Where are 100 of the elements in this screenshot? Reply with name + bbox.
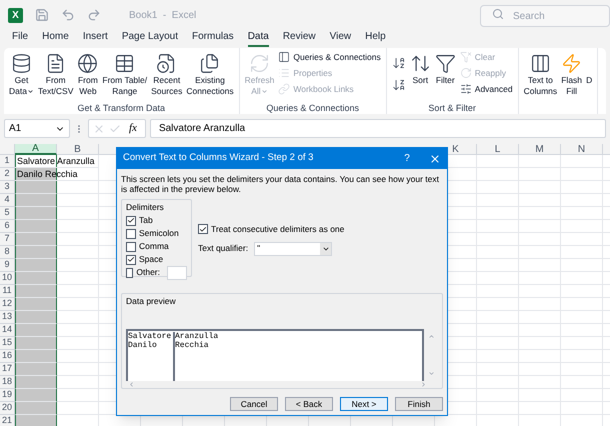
sheet-cell[interactable] (15, 350, 57, 363)
checkbox[interactable] (126, 228, 136, 239)
ribbon-button[interactable]: Recent Sources (149, 48, 184, 102)
ribbon-button[interactable]: Sort (408, 48, 433, 102)
dialog-button[interactable]: Finish (395, 397, 443, 411)
sheet-cell[interactable] (15, 272, 57, 285)
sheet-cell[interactable] (15, 285, 57, 298)
sheet-cell[interactable]: Salvatore Aranzulla (15, 155, 99, 168)
dialog-button[interactable]: < Back (285, 397, 333, 411)
row-header[interactable]: 16 (0, 350, 15, 363)
row-header[interactable]: 2 (0, 168, 15, 181)
checkbox[interactable] (126, 242, 136, 252)
row-header[interactable]: 5 (0, 207, 15, 220)
ribbon-button[interactable]: Existing Connections (184, 48, 236, 102)
sheet-cell[interactable] (15, 311, 57, 324)
row-header[interactable]: 10 (0, 272, 15, 285)
row-header[interactable]: 15 (0, 337, 15, 350)
sheet-cell[interactable] (15, 181, 57, 194)
ribbon-tab[interactable]: Home (42, 29, 69, 47)
row-header[interactable]: 6 (0, 220, 15, 233)
scroll-up-icon[interactable] (428, 332, 435, 340)
ribbon-tab[interactable]: File (12, 29, 28, 47)
ribbon-button[interactable]: Filter (432, 48, 458, 102)
row-header[interactable]: 9 (0, 259, 15, 272)
qualifier-label: Text qualifier: (198, 242, 248, 256)
checkbox[interactable] (126, 254, 136, 265)
sheet-cell[interactable] (15, 207, 57, 220)
row-header[interactable]: 1 (0, 155, 15, 168)
sheet-cell[interactable] (15, 298, 57, 311)
scroll-down-icon[interactable] (428, 370, 435, 377)
sheet-cell[interactable] (15, 389, 57, 402)
close-icon[interactable] (429, 152, 441, 164)
row-header[interactable]: 3 (0, 181, 15, 194)
other-field[interactable] (167, 266, 187, 280)
sort-descending-button[interactable] (392, 78, 406, 92)
column-header[interactable]: L (477, 144, 519, 155)
row-header[interactable]: 12 (0, 298, 15, 311)
row-header[interactable]: 17 (0, 363, 15, 376)
ribbon-button[interactable]: Flash Fill (559, 48, 584, 102)
ribbon-button[interactable]: Advanced (460, 82, 513, 96)
column-header[interactable]: A (15, 144, 57, 155)
scroll-left-icon[interactable] (128, 381, 135, 388)
column-header[interactable]: B (57, 144, 99, 155)
dialog-button[interactable]: Next > (340, 397, 388, 411)
row-header[interactable]: 14 (0, 324, 15, 337)
qualifier-dropdown[interactable]: " (254, 242, 332, 256)
save-icon[interactable] (35, 8, 49, 22)
checkbox[interactable] (198, 224, 208, 234)
scroll-right-icon[interactable] (420, 381, 427, 388)
search-field[interactable]: Search (480, 5, 610, 28)
sheet-cell[interactable] (15, 233, 57, 246)
ribbon-tab[interactable]: Formulas (192, 29, 234, 47)
ribbon-button[interactable]: From Text/CSV (36, 48, 76, 102)
row-header[interactable]: 8 (0, 246, 15, 259)
sheet-cell[interactable] (15, 324, 57, 337)
insert-function-button[interactable]: fx (125, 120, 141, 137)
preview-text: Aranzulla (175, 332, 218, 341)
row-header[interactable]: 7 (0, 233, 15, 246)
row-header[interactable]: 20 (0, 402, 15, 415)
redo-icon[interactable] (87, 8, 101, 22)
name-box[interactable]: A1 (4, 119, 70, 138)
checkbox-label: Space (139, 253, 164, 266)
formula-field[interactable]: Salvatore Aranzulla (150, 119, 606, 138)
ribbon-tab[interactable]: Review (282, 29, 316, 47)
ribbon-button[interactable]: Text to Columns (522, 48, 560, 102)
sort-ascending-button[interactable] (392, 56, 406, 70)
ribbon-button[interactable]: D (584, 48, 594, 102)
cancel-icon[interactable] (93, 122, 105, 134)
sheet-cell[interactable] (15, 246, 57, 259)
ribbon-tab[interactable]: View (330, 29, 352, 47)
sheet-cell[interactable] (15, 402, 57, 415)
sheet-cell[interactable] (15, 220, 57, 233)
help-button[interactable]: ? (397, 151, 417, 166)
group-label: Get & Transform Data (76, 102, 166, 114)
ribbon-tab[interactable]: Insert (82, 29, 108, 47)
ribbon-button[interactable]: From Web (75, 48, 100, 102)
sheet-cell[interactable] (15, 259, 57, 272)
sheet-cell[interactable] (15, 415, 57, 426)
ribbon-tab[interactable]: Help (365, 29, 386, 47)
checkbox[interactable] (126, 268, 134, 278)
undo-icon[interactable] (61, 8, 75, 22)
row-header[interactable]: 18 (0, 376, 15, 389)
dialog-button[interactable]: Cancel (230, 397, 278, 411)
column-header[interactable]: N (561, 144, 603, 155)
checkbox[interactable] (126, 216, 136, 226)
row-header[interactable]: 13 (0, 311, 15, 324)
sheet-cell[interactable] (15, 376, 57, 389)
sheet-cell[interactable] (15, 194, 57, 207)
ribbon-tab[interactable]: Page Layout (122, 29, 178, 47)
row-header[interactable]: 21 (0, 415, 15, 426)
sheet-cell[interactable] (15, 363, 57, 376)
row-header[interactable]: 11 (0, 285, 15, 298)
row-header[interactable]: 19 (0, 389, 15, 402)
enter-icon[interactable] (109, 122, 121, 134)
ribbon-button[interactable]: Queries & Connections (278, 51, 381, 64)
sheet-cell[interactable] (15, 337, 57, 350)
ribbon-button[interactable]: Get Data (7, 48, 36, 102)
column-header[interactable]: M (519, 144, 561, 155)
ribbon-button[interactable]: From Table/ Range (100, 48, 150, 102)
row-header[interactable]: 4 (0, 194, 15, 207)
